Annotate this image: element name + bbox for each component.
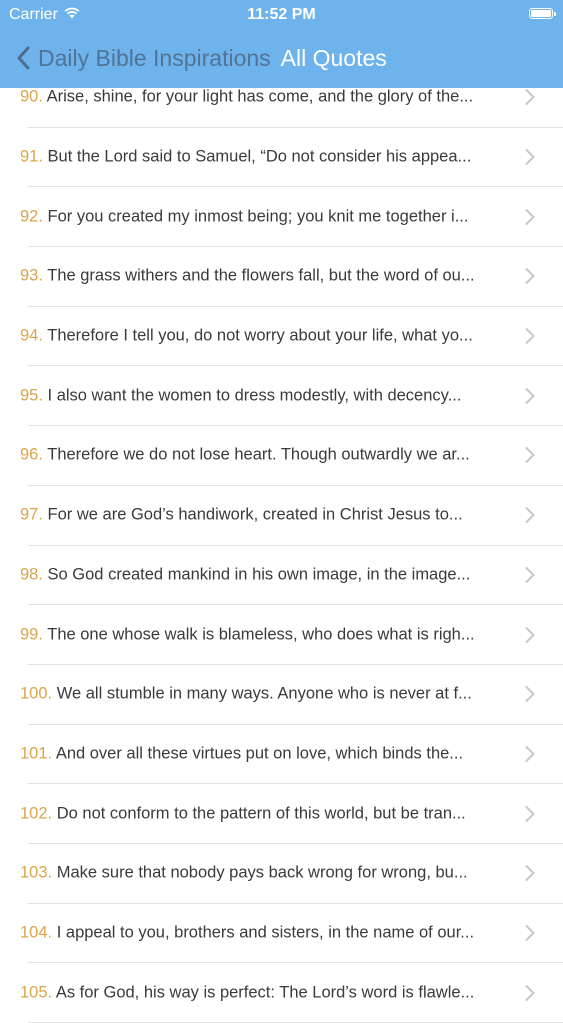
quote-preview: 101. And over all these virtues put on l… xyxy=(20,744,500,763)
quote-number: 93. xyxy=(20,266,43,285)
list-item[interactable]: 105. As for God, his way is perfect: The… xyxy=(20,963,563,1023)
quote-number: 94. xyxy=(20,326,43,345)
quote-text: So God created mankind in his own image,… xyxy=(47,565,471,584)
quote-number: 95. xyxy=(20,386,43,405)
quote-preview: 102. Do not conform to the pattern of th… xyxy=(20,804,500,823)
list-item[interactable]: 97. For we are God’s handiwork, created … xyxy=(20,486,563,546)
list-item[interactable]: 98. So God created mankind in his own im… xyxy=(20,546,563,606)
quote-preview: 104. I appeal to you, brothers and siste… xyxy=(20,923,500,942)
quote-list: 90. Arise, shine, for your light has com… xyxy=(0,68,563,1023)
quote-preview: 96. Therefore we do not lose heart. Thou… xyxy=(20,446,500,465)
quote-preview: 103. Make sure that nobody pays back wro… xyxy=(20,864,500,883)
quote-text: The grass withers and the flowers fall, … xyxy=(47,266,475,285)
quote-number: 100. xyxy=(20,684,53,703)
chevron-right-icon xyxy=(525,805,535,822)
chevron-right-icon xyxy=(525,89,535,106)
quote-text: I also want the women to dress modestly,… xyxy=(47,386,462,405)
quote-preview: 92. For you created my inmost being; you… xyxy=(20,207,500,226)
chevron-right-icon xyxy=(525,865,535,882)
quote-text: We all stumble in many ways. Anyone who … xyxy=(56,684,472,703)
status-bar: Carrier 11:52 PM xyxy=(0,0,563,30)
list-item[interactable]: 96. Therefore we do not lose heart. Thou… xyxy=(20,426,563,486)
quote-number: 99. xyxy=(20,625,43,644)
quote-text: As for God, his way is perfect: The Lord… xyxy=(55,983,475,1002)
list-item[interactable]: 92. For you created my inmost being; you… xyxy=(20,187,563,248)
chevron-right-icon xyxy=(525,507,535,524)
quote-text: But the Lord said to Samuel, “Do not con… xyxy=(47,147,472,166)
quote-preview: 97. For we are God’s handiwork, created … xyxy=(20,506,500,525)
chevron-right-icon xyxy=(525,686,535,703)
quote-text: Therefore I tell you, do not worry about… xyxy=(47,326,473,345)
quote-number: 91. xyxy=(20,147,43,166)
chevron-right-icon xyxy=(525,268,535,285)
page-title: All Quotes xyxy=(280,44,387,71)
list-item[interactable]: 93. The grass withers and the flowers fa… xyxy=(20,247,563,307)
list-item[interactable]: 102. Do not conform to the pattern of th… xyxy=(20,784,563,844)
quote-text: For we are God’s handiwork, created in C… xyxy=(47,505,463,524)
quote-number: 92. xyxy=(20,207,43,226)
list-item[interactable]: 101. And over all these virtues put on l… xyxy=(20,725,563,785)
list-item[interactable]: 99. The one whose walk is blameless, who… xyxy=(20,605,563,665)
list-item[interactable]: 94. Therefore I tell you, do not worry a… xyxy=(20,307,563,367)
quote-text: Make sure that nobody pays back wrong fo… xyxy=(56,863,468,882)
quote-number: 103. xyxy=(20,863,53,882)
quote-number: 102. xyxy=(20,804,53,823)
list-item[interactable]: 103. Make sure that nobody pays back wro… xyxy=(20,844,563,904)
chevron-right-icon xyxy=(525,984,535,1001)
quote-text: I appeal to you, brothers and sisters, i… xyxy=(56,923,475,942)
quote-preview: 98. So God created mankind in his own im… xyxy=(20,565,500,584)
chevron-right-icon xyxy=(525,149,535,166)
quote-text: Arise, shine, for your light has come, a… xyxy=(46,87,474,106)
list-item[interactable]: 100. We all stumble in many ways. Anyone… xyxy=(20,665,563,725)
battery-icon xyxy=(529,8,556,19)
quote-number: 105. xyxy=(20,983,53,1002)
quote-preview: 94. Therefore I tell you, do not worry a… xyxy=(20,327,500,346)
chevron-right-icon xyxy=(525,328,535,345)
status-time: 11:52 PM xyxy=(247,6,316,23)
back-button-label: Daily Bible Inspirations xyxy=(38,44,271,71)
chevron-right-icon xyxy=(525,626,535,643)
quote-number: 90. xyxy=(20,87,43,106)
quote-number: 101. xyxy=(20,744,53,763)
chevron-right-icon xyxy=(525,387,535,404)
quote-text: Therefore we do not lose heart. Though o… xyxy=(47,445,470,464)
chevron-right-icon xyxy=(525,208,535,225)
quote-number: 96. xyxy=(20,445,43,464)
quote-preview: 100. We all stumble in many ways. Anyone… xyxy=(20,685,500,704)
quote-number: 98. xyxy=(20,565,43,584)
list-item[interactable]: 104. I appeal to you, brothers and siste… xyxy=(20,904,563,964)
quote-preview: 93. The grass withers and the flowers fa… xyxy=(20,267,500,286)
quote-text: Do not conform to the pattern of this wo… xyxy=(56,804,466,823)
quote-number: 104. xyxy=(20,923,53,942)
chevron-left-icon xyxy=(16,46,30,70)
nav-row: Daily Bible Inspirations All Quotes xyxy=(0,38,563,78)
quote-preview: 91. But the Lord said to Samuel, “Do not… xyxy=(20,148,500,167)
quote-text: The one whose walk is blameless, who doe… xyxy=(47,625,475,644)
back-button[interactable]: Daily Bible Inspirations xyxy=(16,45,271,72)
list-item[interactable]: 95. I also want the women to dress modes… xyxy=(20,366,563,427)
chevron-right-icon xyxy=(525,566,535,583)
list-item[interactable]: 91. But the Lord said to Samuel, “Do not… xyxy=(20,128,563,188)
quote-number: 97. xyxy=(20,505,43,524)
navigation-bar: Carrier 11:52 PM Daily Bible Inspiration… xyxy=(0,0,563,88)
quote-preview: 99. The one whose walk is blameless, who… xyxy=(20,625,500,644)
quote-preview: 95. I also want the women to dress modes… xyxy=(20,386,500,405)
quote-preview: 105. As for God, his way is perfect: The… xyxy=(20,983,500,1002)
chevron-right-icon xyxy=(525,924,535,941)
quote-text: For you created my inmost being; you kni… xyxy=(47,207,469,226)
quote-text: And over all these virtues put on love, … xyxy=(55,744,464,763)
quote-preview: 90. Arise, shine, for your light has com… xyxy=(20,88,500,107)
chevron-right-icon xyxy=(525,745,535,762)
chevron-right-icon xyxy=(525,447,535,464)
